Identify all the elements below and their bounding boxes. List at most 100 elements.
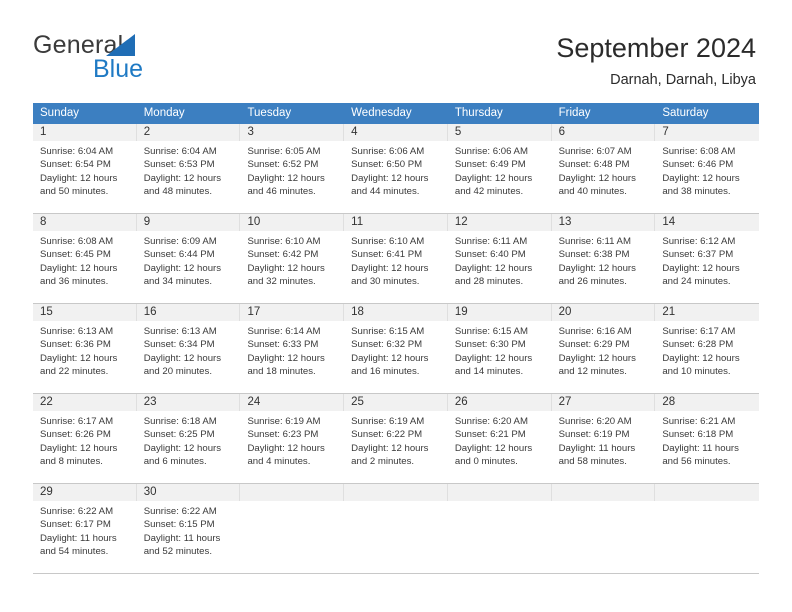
day-number: 11: [344, 214, 448, 231]
day-cell[interactable]: 12 Sunrise: 6:11 AM Sunset: 6:40 PM Dayl…: [447, 214, 552, 303]
day-info: Sunrise: 6:04 AM Sunset: 6:53 PM Dayligh…: [137, 141, 241, 199]
day-number: 29: [33, 484, 137, 501]
day-cell[interactable]: 11 Sunrise: 6:10 AM Sunset: 6:41 PM Dayl…: [344, 214, 448, 303]
sunset-text: Sunset: 6:50 PM: [351, 159, 423, 171]
day-cell[interactable]: 15 Sunrise: 6:13 AM Sunset: 6:36 PM Dayl…: [33, 304, 137, 393]
sunrise-text: Sunrise: 6:15 AM: [351, 326, 425, 337]
day-info: [240, 501, 344, 505]
day-cell[interactable]: 8 Sunrise: 6:08 AM Sunset: 6:45 PM Dayli…: [33, 214, 137, 303]
sunset-text: Sunset: 6:26 PM: [40, 429, 111, 441]
day-cell[interactable]: 2 Sunrise: 6:04 AM Sunset: 6:53 PM Dayli…: [136, 124, 241, 213]
day-cell-empty: [240, 484, 345, 573]
calendar-grid: Sunday Monday Tuesday Wednesday Thursday…: [33, 103, 760, 574]
day-cell[interactable]: 18 Sunrise: 6:15 AM Sunset: 6:32 PM Dayl…: [344, 304, 448, 393]
sunset-text: Sunset: 6:46 PM: [662, 159, 734, 171]
sunset-text: Sunset: 6:52 PM: [247, 159, 319, 171]
sunset-text: Sunset: 6:17 PM: [40, 519, 111, 531]
day-cell[interactable]: 4 Sunrise: 6:06 AM Sunset: 6:50 PM Dayli…: [344, 124, 448, 213]
sunrise-text: Sunrise: 6:18 AM: [143, 416, 217, 427]
daylight-line2: and 0 minutes.: [454, 456, 518, 468]
calendar-week-row: 22 Sunrise: 6:17 AM Sunset: 6:26 PM Dayl…: [33, 394, 760, 484]
daylight-line2: and 8 minutes.: [40, 456, 103, 468]
daylight-line1: Daylight: 12 hours: [247, 442, 325, 454]
daylight-line1: Daylight: 12 hours: [351, 172, 429, 184]
sunrise-text: Sunrise: 6:17 AM: [40, 416, 114, 427]
day-cell[interactable]: 21 Sunrise: 6:17 AM Sunset: 6:28 PM Dayl…: [655, 304, 760, 393]
daylight-line2: and 56 minutes.: [662, 456, 731, 468]
day-info: Sunrise: 6:21 AM Sunset: 6:18 PM Dayligh…: [655, 411, 759, 469]
day-cell[interactable]: 7 Sunrise: 6:08 AM Sunset: 6:46 PM Dayli…: [655, 124, 760, 213]
daylight-line1: Daylight: 12 hours: [351, 352, 429, 364]
day-cell[interactable]: 3 Sunrise: 6:05 AM Sunset: 6:52 PM Dayli…: [240, 124, 345, 213]
daylight-line2: and 14 minutes.: [454, 366, 524, 378]
day-number: [344, 484, 448, 501]
day-cell[interactable]: 6 Sunrise: 6:07 AM Sunset: 6:48 PM Dayli…: [551, 124, 656, 213]
day-info: Sunrise: 6:14 AM Sunset: 6:33 PM Dayligh…: [240, 321, 344, 379]
day-cell[interactable]: 30 Sunrise: 6:22 AM Sunset: 6:15 PM Dayl…: [136, 484, 241, 573]
day-cell[interactable]: 19 Sunrise: 6:15 AM Sunset: 6:30 PM Dayl…: [447, 304, 552, 393]
day-cell[interactable]: 28 Sunrise: 6:21 AM Sunset: 6:18 PM Dayl…: [655, 394, 760, 483]
day-info: Sunrise: 6:17 AM Sunset: 6:28 PM Dayligh…: [655, 321, 759, 379]
day-number: 30: [136, 484, 241, 501]
day-cell[interactable]: 29 Sunrise: 6:22 AM Sunset: 6:17 PM Dayl…: [33, 484, 137, 573]
daylight-line2: and 22 minutes.: [40, 366, 109, 378]
daylight-line1: Daylight: 12 hours: [143, 172, 222, 184]
day-cell[interactable]: 5 Sunrise: 6:06 AM Sunset: 6:49 PM Dayli…: [447, 124, 552, 213]
calendar-week-row: 29 Sunrise: 6:22 AM Sunset: 6:17 PM Dayl…: [33, 484, 760, 574]
day-number: 22: [33, 394, 137, 411]
day-cell[interactable]: 23 Sunrise: 6:18 AM Sunset: 6:25 PM Dayl…: [136, 394, 241, 483]
sunset-text: Sunset: 6:30 PM: [454, 339, 526, 351]
daylight-line2: and 4 minutes.: [247, 456, 311, 468]
day-info: Sunrise: 6:13 AM Sunset: 6:36 PM Dayligh…: [33, 321, 137, 379]
day-info: [448, 501, 552, 505]
brand-logo[interactable]: General Blue: [33, 31, 223, 83]
day-cell[interactable]: 20 Sunrise: 6:16 AM Sunset: 6:29 PM Dayl…: [551, 304, 656, 393]
sunrise-text: Sunrise: 6:06 AM: [454, 146, 528, 157]
day-cell[interactable]: 10 Sunrise: 6:10 AM Sunset: 6:42 PM Dayl…: [240, 214, 345, 303]
day-cell[interactable]: 27 Sunrise: 6:20 AM Sunset: 6:19 PM Dayl…: [551, 394, 656, 483]
day-cell[interactable]: 26 Sunrise: 6:20 AM Sunset: 6:21 PM Dayl…: [447, 394, 552, 483]
day-cell[interactable]: 9 Sunrise: 6:09 AM Sunset: 6:44 PM Dayli…: [136, 214, 241, 303]
weekday-header-row: Sunday Monday Tuesday Wednesday Thursday…: [33, 103, 759, 124]
day-number: [655, 484, 760, 501]
sunrise-text: Sunrise: 6:11 AM: [558, 236, 631, 247]
day-info: Sunrise: 6:10 AM Sunset: 6:41 PM Dayligh…: [344, 231, 448, 289]
day-cell[interactable]: 13 Sunrise: 6:11 AM Sunset: 6:38 PM Dayl…: [551, 214, 656, 303]
calendar-week-row: 8 Sunrise: 6:08 AM Sunset: 6:45 PM Dayli…: [33, 214, 760, 304]
sunrise-text: Sunrise: 6:13 AM: [143, 326, 217, 337]
sunrise-text: Sunrise: 6:22 AM: [143, 506, 217, 517]
day-number: 4: [344, 124, 448, 141]
day-cell[interactable]: 1 Sunrise: 6:04 AM Sunset: 6:54 PM Dayli…: [33, 124, 137, 213]
day-number: 13: [551, 214, 656, 231]
day-info: Sunrise: 6:18 AM Sunset: 6:25 PM Dayligh…: [137, 411, 241, 469]
page-title: September 2024: [556, 33, 756, 63]
daylight-line1: Daylight: 11 hours: [40, 532, 117, 544]
sunset-text: Sunset: 6:21 PM: [454, 429, 526, 441]
day-number: 2: [136, 124, 241, 141]
day-cell-empty: [447, 484, 552, 573]
sunset-text: Sunset: 6:15 PM: [143, 519, 215, 531]
sunset-text: Sunset: 6:38 PM: [558, 249, 630, 261]
sunrise-text: Sunrise: 6:08 AM: [40, 236, 114, 247]
daylight-line2: and 40 minutes.: [558, 186, 627, 198]
sunrise-text: Sunrise: 6:10 AM: [351, 236, 425, 247]
day-info: Sunrise: 6:19 AM Sunset: 6:22 PM Dayligh…: [344, 411, 448, 469]
day-cell[interactable]: 22 Sunrise: 6:17 AM Sunset: 6:26 PM Dayl…: [33, 394, 137, 483]
day-number: 18: [344, 304, 448, 321]
daylight-line1: Daylight: 12 hours: [558, 262, 636, 274]
weekday-header-saturday: Saturday: [662, 107, 709, 119]
daylight-line2: and 38 minutes.: [662, 186, 731, 198]
day-cell[interactable]: 17 Sunrise: 6:14 AM Sunset: 6:33 PM Dayl…: [240, 304, 345, 393]
day-cell[interactable]: 16 Sunrise: 6:13 AM Sunset: 6:34 PM Dayl…: [136, 304, 241, 393]
day-number: 15: [33, 304, 137, 321]
day-number: [551, 484, 656, 501]
day-number: 8: [33, 214, 137, 231]
day-number: 23: [136, 394, 241, 411]
day-number: 3: [240, 124, 345, 141]
day-number: 14: [655, 214, 760, 231]
day-cell[interactable]: 24 Sunrise: 6:19 AM Sunset: 6:23 PM Dayl…: [240, 394, 345, 483]
day-number: 19: [447, 304, 552, 321]
day-cell[interactable]: 14 Sunrise: 6:12 AM Sunset: 6:37 PM Dayl…: [655, 214, 760, 303]
day-cell[interactable]: 25 Sunrise: 6:19 AM Sunset: 6:22 PM Dayl…: [344, 394, 448, 483]
sunset-text: Sunset: 6:32 PM: [351, 339, 423, 351]
